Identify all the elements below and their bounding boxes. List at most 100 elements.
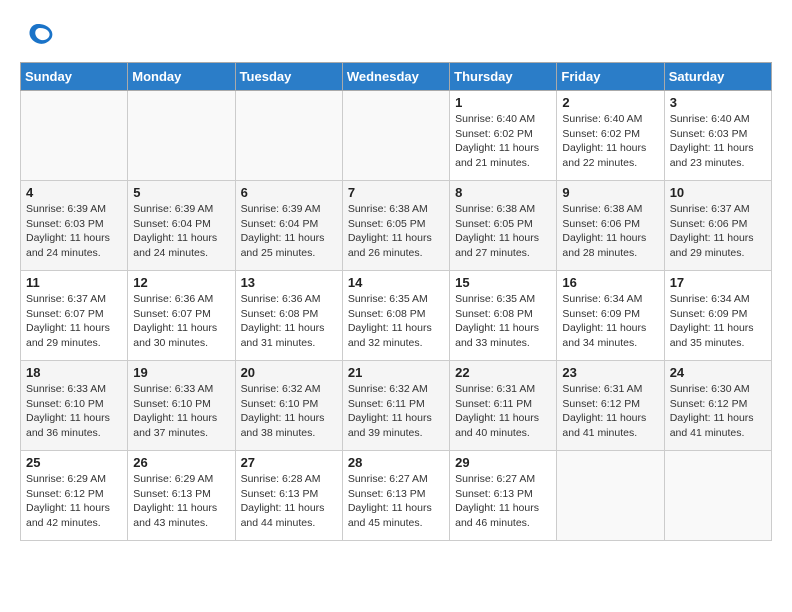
day-cell: 14 Sunrise: 6:35 AMSunset: 6:08 PMDayligh… [342, 271, 449, 361]
day-cell: 7 Sunrise: 6:38 AMSunset: 6:05 PMDaylight… [342, 181, 449, 271]
day-number: 25 [26, 455, 122, 470]
day-number: 14 [348, 275, 444, 290]
day-cell [235, 91, 342, 181]
day-info: Sunrise: 6:36 AMSunset: 6:07 PMDaylight:… [133, 292, 229, 351]
day-cell: 27Sunrise: 6:28 AMSunset: 6:13 PMDayligh… [235, 451, 342, 541]
day-cell: 4 Sunrise: 6:39 AMSunset: 6:03 PMDaylight… [21, 181, 128, 271]
day-info: Sunrise: 6:35 AMSunset: 6:08 PMDaylight:… [455, 292, 551, 351]
week-row-2: 11 Sunrise: 6:37 AMSunset: 6:07 PMDayligh… [21, 271, 772, 361]
day-info: Sunrise: 6:31 AMSunset: 6:12 PMDaylight:… [562, 382, 658, 441]
day-info: Sunrise: 6:33 AMSunset: 6:10 PMDaylight:… [26, 382, 122, 441]
day-number: 21 [348, 365, 444, 380]
day-cell: 15Sunrise: 6:35 AMSunset: 6:08 PMDayligh… [450, 271, 557, 361]
day-cell: 8 Sunrise: 6:38 AMSunset: 6:05 PMDaylight… [450, 181, 557, 271]
header-cell-sunday: Sunday [21, 63, 128, 91]
day-info: Sunrise: 6:36 AMSunset: 6:08 PMDaylight:… [241, 292, 337, 351]
day-cell: 23 Sunrise: 6:31 AMSunset: 6:12 PMDayligh… [557, 361, 664, 451]
header-cell-tuesday: Tuesday [235, 63, 342, 91]
header-cell-wednesday: Wednesday [342, 63, 449, 91]
day-info: Sunrise: 6:39 AMSunset: 6:03 PMDaylight:… [26, 202, 122, 261]
day-number: 5 [133, 185, 229, 200]
day-info: Sunrise: 6:35 AMSunset: 6:08 PMDaylight:… [348, 292, 444, 351]
day-info: Sunrise: 6:37 AMSunset: 6:06 PMDaylight:… [670, 202, 766, 261]
day-number: 17 [670, 275, 766, 290]
day-number: 22 [455, 365, 551, 380]
header-cell-monday: Monday [128, 63, 235, 91]
day-cell: 12 Sunrise: 6:36 AMSunset: 6:07 PMDayligh… [128, 271, 235, 361]
day-number: 8 [455, 185, 551, 200]
calendar-body: 1Sunrise: 6:40 AMSunset: 6:02 PMDaylight… [21, 91, 772, 541]
week-row-4: 25 Sunrise: 6:29 AMSunset: 6:12 PMDayligh… [21, 451, 772, 541]
day-info: Sunrise: 6:27 AMSunset: 6:13 PMDaylight:… [348, 472, 444, 531]
day-cell [557, 451, 664, 541]
day-info: Sunrise: 6:38 AMSunset: 6:05 PMDaylight:… [348, 202, 444, 261]
day-cell: 28 Sunrise: 6:27 AMSunset: 6:13 PMDayligh… [342, 451, 449, 541]
day-info: Sunrise: 6:27 AMSunset: 6:13 PMDaylight:… [455, 472, 551, 531]
day-info: Sunrise: 6:39 AMSunset: 6:04 PMDaylight:… [241, 202, 337, 261]
day-info: Sunrise: 6:34 AMSunset: 6:09 PMDaylight:… [562, 292, 658, 351]
calendar-table: SundayMondayTuesdayWednesdayThursdayFrid… [20, 62, 772, 541]
day-cell: 20 Sunrise: 6:32 AMSunset: 6:10 PMDayligh… [235, 361, 342, 451]
day-number: 3 [670, 95, 766, 110]
day-number: 29 [455, 455, 551, 470]
day-number: 7 [348, 185, 444, 200]
day-info: Sunrise: 6:38 AMSunset: 6:06 PMDaylight:… [562, 202, 658, 261]
day-number: 2 [562, 95, 658, 110]
logo-icon [22, 20, 54, 52]
day-info: Sunrise: 6:30 AMSunset: 6:12 PMDaylight:… [670, 382, 766, 441]
day-cell [21, 91, 128, 181]
day-cell [342, 91, 449, 181]
day-cell: 25 Sunrise: 6:29 AMSunset: 6:12 PMDayligh… [21, 451, 128, 541]
day-number: 27 [241, 455, 337, 470]
day-cell: 21 Sunrise: 6:32 AMSunset: 6:11 PMDayligh… [342, 361, 449, 451]
day-info: Sunrise: 6:33 AMSunset: 6:10 PMDaylight:… [133, 382, 229, 441]
day-cell: 29 Sunrise: 6:27 AMSunset: 6:13 PMDayligh… [450, 451, 557, 541]
week-row-3: 18 Sunrise: 6:33 AMSunset: 6:10 PMDayligh… [21, 361, 772, 451]
day-info: Sunrise: 6:40 AMSunset: 6:02 PMDaylight:… [562, 112, 658, 171]
day-number: 16 [562, 275, 658, 290]
logo [20, 20, 54, 52]
day-cell [664, 451, 771, 541]
calendar-header: SundayMondayTuesdayWednesdayThursdayFrid… [21, 63, 772, 91]
day-cell: 17 Sunrise: 6:34 AMSunset: 6:09 PMDayligh… [664, 271, 771, 361]
day-info: Sunrise: 6:32 AMSunset: 6:11 PMDaylight:… [348, 382, 444, 441]
day-number: 11 [26, 275, 122, 290]
day-number: 23 [562, 365, 658, 380]
header-cell-friday: Friday [557, 63, 664, 91]
day-cell: 13 Sunrise: 6:36 AMSunset: 6:08 PMDayligh… [235, 271, 342, 361]
day-cell: 6 Sunrise: 6:39 AMSunset: 6:04 PMDaylight… [235, 181, 342, 271]
day-info: Sunrise: 6:31 AMSunset: 6:11 PMDaylight:… [455, 382, 551, 441]
header-row: SundayMondayTuesdayWednesdayThursdayFrid… [21, 63, 772, 91]
day-number: 4 [26, 185, 122, 200]
day-info: Sunrise: 6:29 AMSunset: 6:12 PMDaylight:… [26, 472, 122, 531]
day-number: 13 [241, 275, 337, 290]
day-number: 12 [133, 275, 229, 290]
day-cell: 11 Sunrise: 6:37 AMSunset: 6:07 PMDayligh… [21, 271, 128, 361]
day-cell: 18 Sunrise: 6:33 AMSunset: 6:10 PMDayligh… [21, 361, 128, 451]
day-cell: 1Sunrise: 6:40 AMSunset: 6:02 PMDaylight… [450, 91, 557, 181]
week-row-0: 1Sunrise: 6:40 AMSunset: 6:02 PMDaylight… [21, 91, 772, 181]
day-number: 26 [133, 455, 229, 470]
day-info: Sunrise: 6:37 AMSunset: 6:07 PMDaylight:… [26, 292, 122, 351]
day-info: Sunrise: 6:34 AMSunset: 6:09 PMDaylight:… [670, 292, 766, 351]
week-row-1: 4 Sunrise: 6:39 AMSunset: 6:03 PMDaylight… [21, 181, 772, 271]
day-number: 9 [562, 185, 658, 200]
day-cell: 2 Sunrise: 6:40 AMSunset: 6:02 PMDaylight… [557, 91, 664, 181]
day-info: Sunrise: 6:32 AMSunset: 6:10 PMDaylight:… [241, 382, 337, 441]
day-cell: 19Sunrise: 6:33 AMSunset: 6:10 PMDayligh… [128, 361, 235, 451]
day-number: 6 [241, 185, 337, 200]
day-cell: 24 Sunrise: 6:30 AMSunset: 6:12 PMDayligh… [664, 361, 771, 451]
day-info: Sunrise: 6:39 AMSunset: 6:04 PMDaylight:… [133, 202, 229, 261]
page-header [20, 20, 772, 52]
day-info: Sunrise: 6:29 AMSunset: 6:13 PMDaylight:… [133, 472, 229, 531]
day-info: Sunrise: 6:38 AMSunset: 6:05 PMDaylight:… [455, 202, 551, 261]
header-cell-saturday: Saturday [664, 63, 771, 91]
day-number: 28 [348, 455, 444, 470]
day-cell: 22 Sunrise: 6:31 AMSunset: 6:11 PMDayligh… [450, 361, 557, 451]
day-number: 24 [670, 365, 766, 380]
day-cell [128, 91, 235, 181]
day-number: 20 [241, 365, 337, 380]
day-number: 18 [26, 365, 122, 380]
day-number: 10 [670, 185, 766, 200]
day-cell: 5 Sunrise: 6:39 AMSunset: 6:04 PMDaylight… [128, 181, 235, 271]
